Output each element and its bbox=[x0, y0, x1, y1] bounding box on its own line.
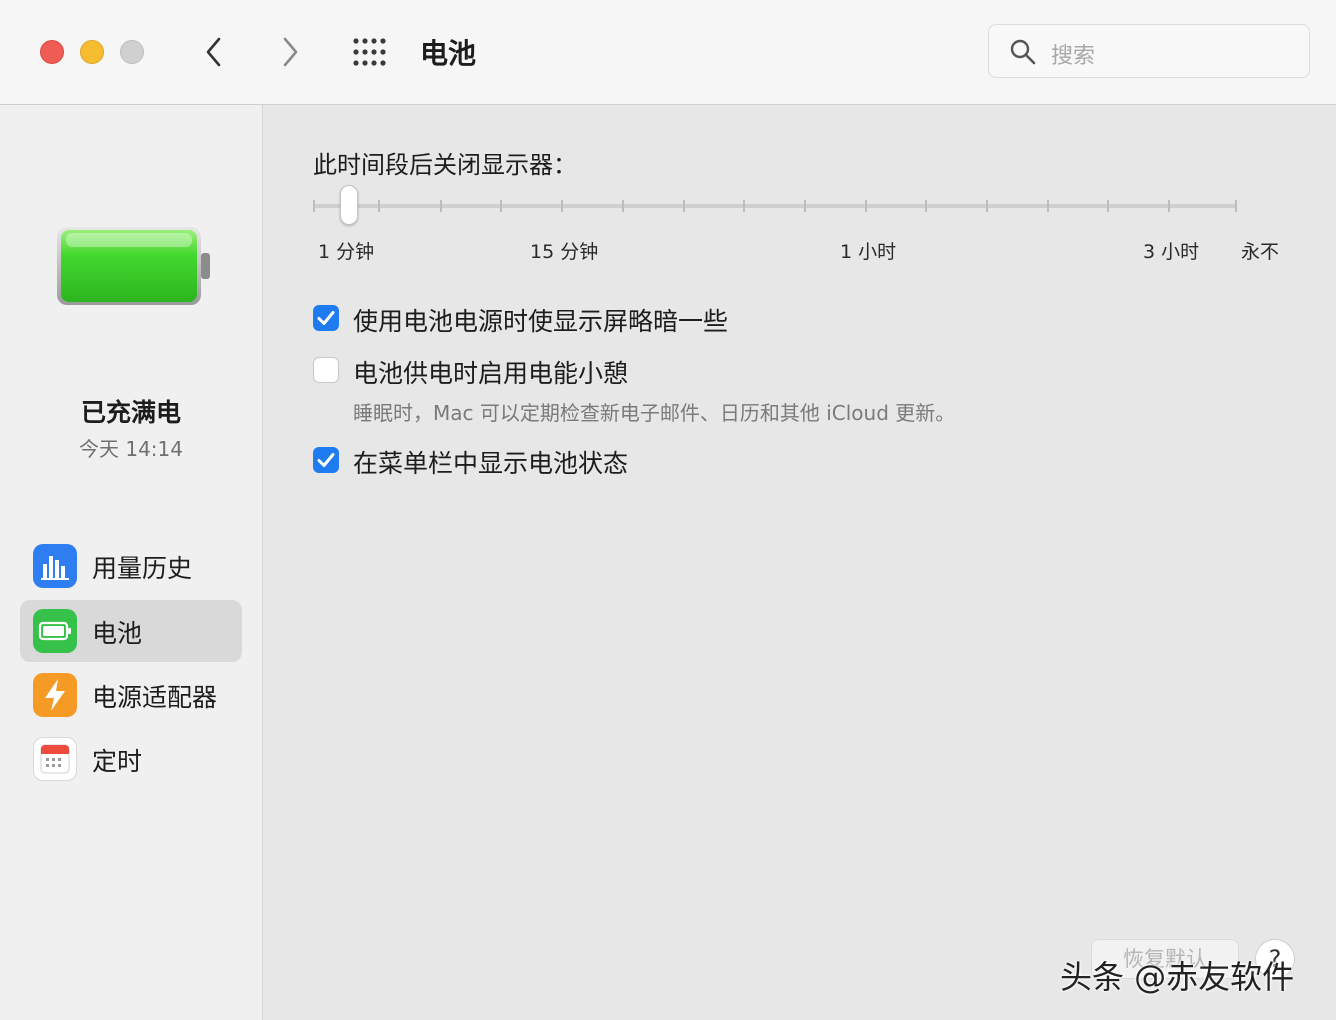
calendar-icon bbox=[33, 737, 77, 781]
slider-tick bbox=[1047, 200, 1049, 212]
checkbox-power-nap[interactable] bbox=[313, 357, 339, 383]
slider-label-1-hour: 1 小时 bbox=[840, 241, 897, 263]
option-label: 在菜单栏中显示电池状态 bbox=[353, 449, 629, 478]
slider-tick bbox=[561, 200, 563, 212]
slider-tick bbox=[622, 200, 624, 212]
slider-tick bbox=[804, 200, 806, 212]
checkmark-icon bbox=[317, 311, 335, 325]
slider-label-1-minute: 1 分钟 bbox=[318, 241, 375, 263]
slider-tick bbox=[683, 200, 685, 212]
option-label: 使用电池电源时使显示屏略暗一些 bbox=[353, 307, 729, 336]
battery-full-icon bbox=[57, 227, 210, 305]
show-all-button[interactable] bbox=[350, 34, 394, 70]
checkbox-show-battery-status[interactable] bbox=[313, 447, 339, 473]
sidebar-item-schedule[interactable]: 定时 bbox=[20, 728, 242, 790]
slider-tick bbox=[1235, 200, 1237, 212]
slider-tick bbox=[500, 200, 502, 212]
preferences-window: 电池 搜索 已充满电 今天 14:14 用量历史 电池 电源适配器 定时 此时间… bbox=[0, 0, 1336, 1020]
sidebar-item-label: 定时 bbox=[92, 747, 143, 776]
search-icon bbox=[1010, 39, 1036, 65]
lightning-icon bbox=[33, 673, 77, 717]
battery-status-title: 已充满电 bbox=[80, 398, 181, 427]
power-nap-description: 睡眠时，Mac 可以定期检查新电子邮件、日历和其他 iCloud 更新。 bbox=[353, 401, 956, 425]
sidebar-item-label: 用量历史 bbox=[92, 554, 193, 583]
slider-tick bbox=[743, 200, 745, 212]
watermark-text: 头条 @赤友软件 bbox=[1060, 958, 1295, 996]
slider-tick bbox=[865, 200, 867, 212]
slider-label-3-hours: 3 小时 bbox=[1143, 241, 1200, 263]
slider-tick bbox=[378, 200, 380, 212]
close-window-button[interactable] bbox=[40, 40, 64, 64]
slider-tick bbox=[986, 200, 988, 212]
sidebar: 已充满电 今天 14:14 用量历史 电池 电源适配器 定时 bbox=[0, 105, 263, 1020]
slider-tick bbox=[313, 200, 315, 212]
display-off-label: 此时间段后关闭显示器： bbox=[313, 151, 577, 179]
display-off-slider[interactable] bbox=[313, 185, 1237, 225]
chevron-right-icon bbox=[283, 37, 298, 67]
sidebar-item-usage-history[interactable]: 用量历史 bbox=[20, 535, 242, 597]
main-pane: 此时间段后关闭显示器： 1 分钟 15 分钟 1 小时 3 小时 永不 使用电池… bbox=[263, 105, 1336, 1020]
slider-label-15-minutes: 15 分钟 bbox=[530, 241, 599, 263]
title-bar: 电池 搜索 bbox=[0, 0, 1336, 105]
bar-chart-icon bbox=[33, 544, 77, 588]
checkmark-icon bbox=[317, 453, 335, 467]
slider-tick bbox=[1168, 200, 1170, 212]
slider-track bbox=[313, 204, 1237, 208]
forward-button[interactable] bbox=[270, 32, 310, 72]
search-placeholder: 搜索 bbox=[1051, 44, 1096, 69]
zoom-window-button[interactable] bbox=[120, 40, 144, 64]
chevron-left-icon bbox=[206, 37, 221, 67]
sidebar-item-label: 电池 bbox=[92, 619, 143, 648]
slider-tick bbox=[925, 200, 927, 212]
option-label: 电池供电时启用电能小憩 bbox=[353, 359, 629, 388]
minimize-window-button[interactable] bbox=[80, 40, 104, 64]
battery-icon bbox=[33, 609, 77, 653]
back-button[interactable] bbox=[194, 32, 234, 72]
sidebar-item-label: 电源适配器 bbox=[92, 683, 218, 712]
window-title: 电池 bbox=[420, 37, 477, 70]
checkbox-dim-display[interactable] bbox=[313, 305, 339, 331]
slider-label-never: 永不 bbox=[1241, 241, 1280, 263]
slider-tick bbox=[440, 200, 442, 212]
grid-icon bbox=[353, 38, 386, 66]
slider-thumb[interactable] bbox=[340, 185, 358, 225]
battery-status-time: 今天 14:14 bbox=[79, 437, 183, 461]
slider-tick bbox=[1107, 200, 1109, 212]
sidebar-item-battery[interactable]: 电池 bbox=[20, 600, 242, 662]
search-field[interactable]: 搜索 bbox=[988, 24, 1310, 78]
sidebar-item-power-adapter[interactable]: 电源适配器 bbox=[20, 664, 242, 726]
